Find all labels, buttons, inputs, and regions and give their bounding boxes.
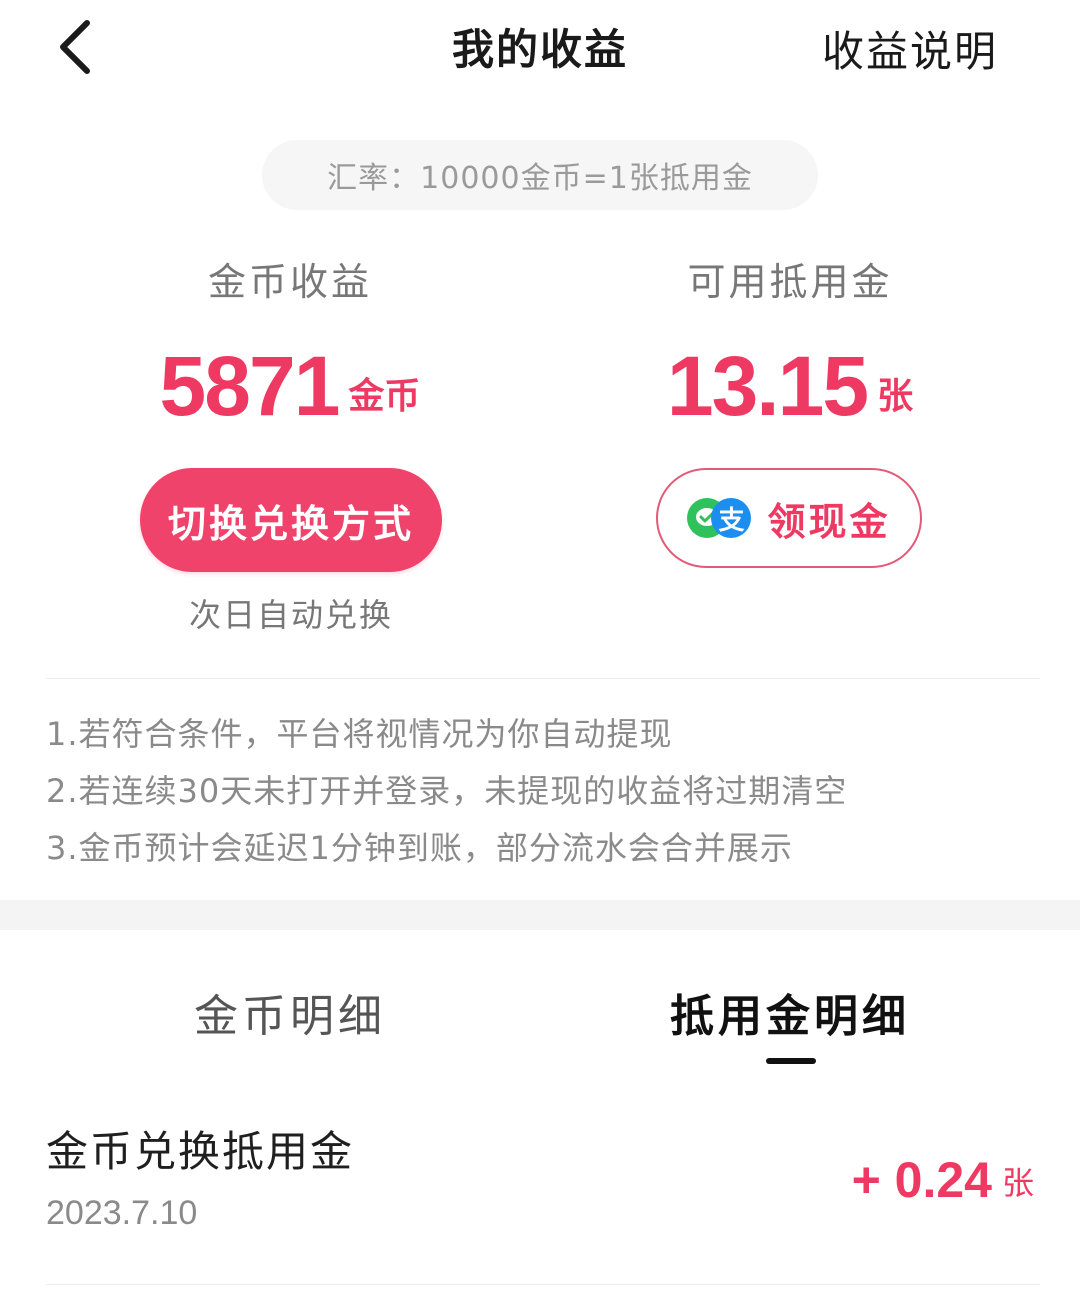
tab-coins-detail[interactable]: 金币明细 — [70, 980, 510, 1044]
section-separator — [0, 900, 1080, 930]
coin-earnings-panel: 金币收益 5871 金币 — [30, 255, 550, 431]
note-item: 1.若符合条件，平台将视情况为你自动提现 — [46, 715, 673, 753]
tab-voucher-detail[interactable]: 抵用金明细 — [570, 980, 1010, 1044]
record-title: 金币兑换抵用金 — [46, 1127, 355, 1176]
divider — [46, 678, 1040, 679]
active-tab-indicator — [766, 1058, 816, 1064]
voucher-value-row: 13.15 张 — [530, 331, 1050, 431]
voucher-value: 13.15 — [666, 339, 869, 433]
alipay-icon: 支 — [711, 498, 752, 538]
record-amount-unit: 张 — [1001, 1164, 1034, 1202]
earnings-explanation-link[interactable]: 收益说明 — [822, 18, 998, 79]
exchange-rate-badge: 汇率：10000金币=1张抵用金 — [262, 140, 818, 210]
record-amount: + 0.24 张 — [852, 1152, 1034, 1208]
coin-earnings-value-row: 5871 金币 — [30, 331, 550, 431]
auto-exchange-note: 次日自动兑换 — [188, 596, 393, 634]
coin-earnings-label: 金币收益 — [207, 260, 372, 304]
voucher-label: 可用抵用金 — [687, 260, 893, 304]
header-bar: 我的收益 收益说明 — [0, 0, 1080, 100]
note-item: 2.若连续30天未打开并登录，未提现的收益将过期清空 — [46, 772, 848, 810]
list-item[interactable]: 金币兑换抵用金 2023.7.10 + 0.24 张 — [0, 1100, 1080, 1286]
divider — [46, 1284, 1040, 1285]
claim-cash-button[interactable]: 支 领现金 — [656, 468, 922, 568]
record-amount-value: + 0.24 — [851, 1152, 992, 1208]
voucher-unit: 张 — [877, 376, 914, 417]
switch-exchange-mode-button[interactable]: 切换兑换方式 — [140, 468, 442, 572]
record-date: 2023.7.10 — [46, 1194, 198, 1232]
payment-icons: 支 — [687, 496, 753, 540]
coin-unit: 金币 — [348, 376, 421, 417]
note-item: 3.金币预计会延迟1分钟到账，部分流水会合并展示 — [46, 829, 793, 867]
notes-list: 1.若符合条件，平台将视情况为你自动提现 2.若连续30天未打开并登录，未提现的… — [46, 706, 1046, 877]
voucher-panel: 可用抵用金 13.15 张 — [530, 255, 1050, 431]
coin-earnings-value: 5871 — [159, 339, 341, 433]
claim-cash-label: 领现金 — [767, 499, 891, 544]
